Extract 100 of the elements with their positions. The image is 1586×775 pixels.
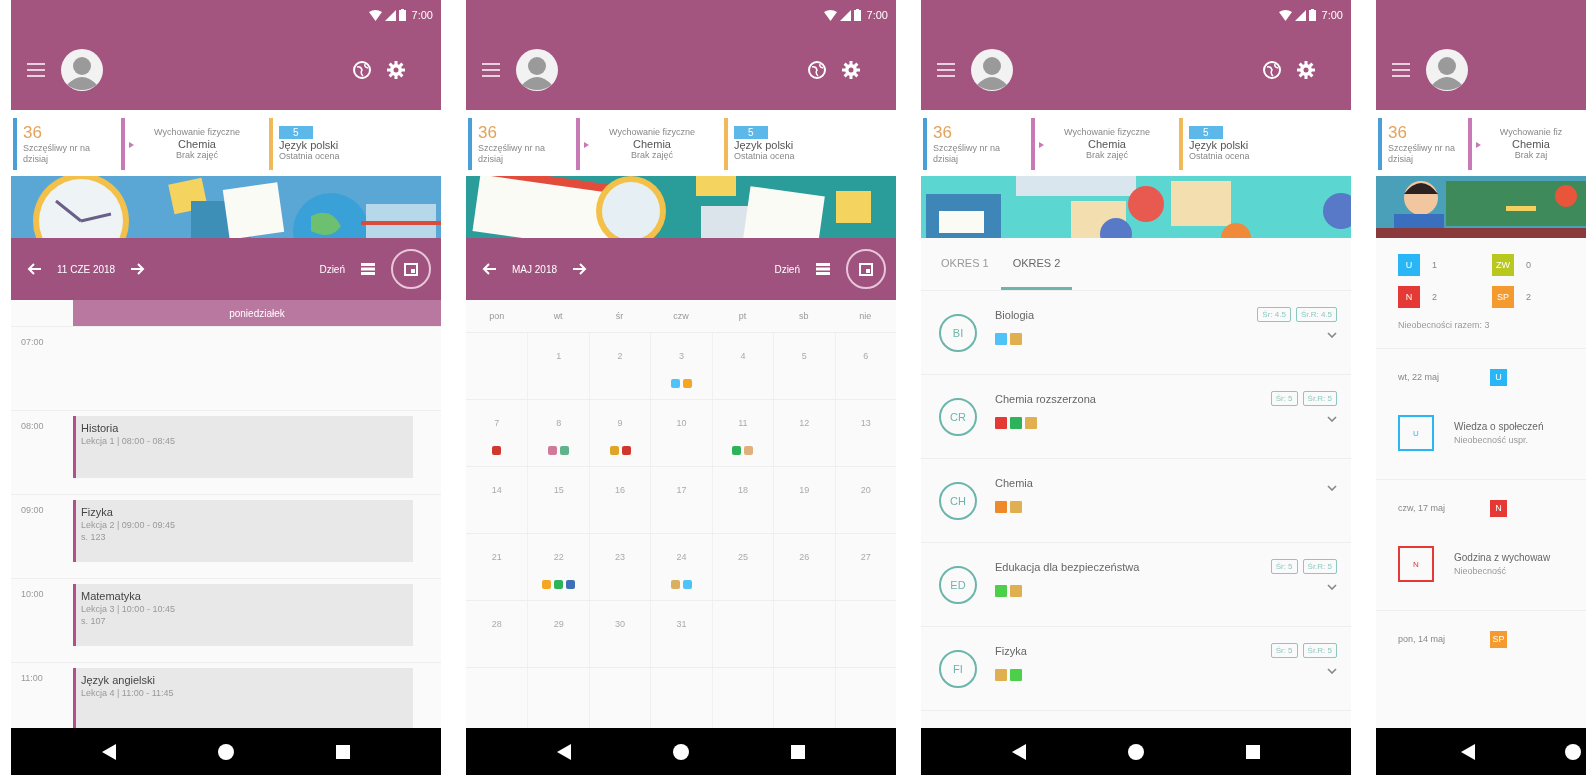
lesson-card[interactable]: Matematyka Lekcja 3 | 10:00 - 10:45 s. 107 bbox=[73, 584, 413, 646]
day-number[interactable]: 17 bbox=[676, 485, 687, 495]
day-number[interactable]: 16 bbox=[615, 485, 626, 495]
calendar-button[interactable] bbox=[846, 249, 886, 289]
arrow-right-icon[interactable] bbox=[131, 263, 146, 275]
arrow-left-icon[interactable] bbox=[482, 263, 496, 275]
subject-initials: FI bbox=[939, 649, 977, 688]
lesson-title: Język angielski bbox=[81, 674, 156, 686]
hour-label: 08:00 bbox=[20, 420, 45, 433]
absence-date: pon, 14 maj bbox=[1398, 634, 1447, 644]
day-number[interactable]: 18 bbox=[737, 485, 748, 495]
next-lesson-subject: Chemia bbox=[1512, 138, 1550, 150]
battery-icon bbox=[853, 9, 861, 21]
view-mode-label[interactable]: Dzień bbox=[319, 263, 345, 275]
day-number[interactable]: 29 bbox=[553, 619, 564, 629]
subject-row[interactable]: BI Biologia Śr: 4.5 Śr.R: 4.5 bbox=[921, 291, 1351, 375]
day-number[interactable]: 11 bbox=[738, 418, 748, 428]
day-number[interactable]: 23 bbox=[615, 552, 626, 562]
globe-icon[interactable] bbox=[1263, 61, 1281, 79]
day-number[interactable]: 8 bbox=[556, 418, 562, 428]
menu-icon[interactable] bbox=[27, 63, 45, 77]
day-number[interactable]: 4 bbox=[740, 351, 746, 361]
settings-icon[interactable] bbox=[387, 61, 405, 79]
home-icon[interactable] bbox=[1565, 743, 1581, 760]
subject-name: Biologia bbox=[995, 309, 1036, 321]
day-number[interactable]: 2 bbox=[617, 351, 623, 361]
period-tab[interactable]: OKRES 2 bbox=[1000, 238, 1073, 290]
globe-icon[interactable] bbox=[353, 61, 371, 79]
day-number[interactable]: 3 bbox=[679, 351, 684, 361]
grade-label: Ostatnia ocena bbox=[279, 151, 341, 162]
subject-name: Chemia rozszerzona bbox=[995, 393, 1097, 405]
back-icon[interactable] bbox=[1461, 743, 1475, 760]
next-lesson-subject: Chemia bbox=[178, 138, 216, 150]
arrow-left-icon[interactable] bbox=[27, 263, 41, 275]
menu-icon[interactable] bbox=[1392, 63, 1410, 77]
list-icon[interactable] bbox=[361, 263, 375, 275]
grade-label: Ostatnia ocena bbox=[1189, 151, 1251, 162]
avatar-icon[interactable] bbox=[61, 49, 103, 91]
back-icon[interactable] bbox=[102, 743, 116, 760]
view-mode-label[interactable]: Dzień bbox=[774, 263, 800, 275]
day-number[interactable]: 5 bbox=[801, 351, 807, 361]
day-number[interactable]: 31 bbox=[676, 619, 687, 629]
day-number[interactable]: 14 bbox=[491, 485, 502, 495]
lucky-number-label: Szczęśliwy nr na dzisiaj bbox=[23, 143, 92, 165]
grade-badge: 5 bbox=[279, 126, 313, 140]
settings-icon[interactable] bbox=[1297, 61, 1315, 79]
day-number[interactable]: 22 bbox=[553, 552, 564, 562]
subject-row[interactable]: CR Chemia rozszerzona Śr: 5 Śr.R: 5 bbox=[921, 375, 1351, 459]
recents-icon[interactable] bbox=[791, 744, 805, 759]
list-icon[interactable] bbox=[816, 263, 830, 275]
day-number[interactable]: 25 bbox=[737, 552, 748, 562]
settings-icon[interactable] bbox=[842, 61, 860, 79]
lucky-number: 36 bbox=[1388, 123, 1408, 144]
day-number[interactable]: 26 bbox=[799, 552, 810, 562]
arrow-right-icon[interactable] bbox=[573, 263, 588, 275]
day-number[interactable]: 21 bbox=[491, 552, 502, 562]
avatar-icon[interactable] bbox=[516, 49, 558, 91]
home-icon[interactable] bbox=[673, 743, 689, 760]
day-number[interactable]: 20 bbox=[860, 485, 871, 495]
recents-icon[interactable] bbox=[1246, 744, 1260, 759]
lesson-card[interactable]: Historia Lekcja 1 | 08:00 - 08:45 bbox=[73, 416, 413, 478]
menu-icon[interactable] bbox=[937, 63, 955, 77]
period-tab[interactable]: OKRES 1 bbox=[929, 238, 1001, 290]
avatar-icon[interactable] bbox=[1426, 49, 1468, 91]
home-icon[interactable] bbox=[1128, 743, 1144, 760]
day-number[interactable]: 6 bbox=[863, 351, 869, 361]
calendar-button[interactable] bbox=[391, 249, 431, 289]
day-number[interactable]: 27 bbox=[860, 552, 871, 562]
back-icon[interactable] bbox=[1012, 743, 1026, 760]
day-number[interactable]: 9 bbox=[617, 418, 623, 428]
globe-icon[interactable] bbox=[808, 61, 826, 79]
day-number[interactable]: 15 bbox=[553, 485, 564, 495]
subject-row[interactable]: CH Chemia bbox=[921, 459, 1351, 543]
recents-icon[interactable] bbox=[336, 744, 350, 759]
next-lesson-subject: Chemia bbox=[633, 138, 671, 150]
day-number[interactable]: 24 bbox=[676, 552, 687, 562]
day-number[interactable]: 10 bbox=[676, 418, 687, 428]
day-number[interactable]: 19 bbox=[799, 485, 810, 495]
average-tag: Śr: 5 bbox=[1270, 559, 1298, 574]
subject-row[interactable]: ED Edukacja dla bezpieczeństwa Śr: 5 Śr.R: 5 bbox=[921, 543, 1351, 627]
day-number[interactable]: 1 bbox=[556, 351, 562, 361]
day-number[interactable]: 30 bbox=[615, 619, 626, 629]
signal-icon bbox=[1294, 9, 1306, 21]
lesson-time: Lekcja 3 | 10:00 - 10:45 bbox=[81, 604, 176, 614]
menu-icon[interactable] bbox=[482, 63, 500, 77]
subject-row[interactable]: FI Fizyka Śr: 5 Śr.R: 5 bbox=[921, 627, 1351, 711]
pointer-icon bbox=[1475, 142, 1481, 148]
next-lesson-subject: Chemia bbox=[1088, 138, 1126, 150]
home-icon[interactable] bbox=[218, 743, 234, 760]
lesson-card[interactable]: Fizyka Lekcja 2 | 09:00 - 09:45 s. 123 bbox=[73, 500, 413, 562]
subject-name: Edukacja dla bezpieczeństwa bbox=[995, 561, 1141, 573]
next-lesson-caption: Wychowanie fizyczne bbox=[154, 127, 240, 138]
day-number[interactable]: 7 bbox=[494, 418, 500, 428]
avatar-icon[interactable] bbox=[971, 49, 1013, 91]
day-number[interactable]: 28 bbox=[491, 619, 502, 629]
average-tag: Śr: 5 bbox=[1270, 643, 1298, 658]
lesson-card[interactable]: Język angielski Lekcja 4 | 11:00 - 11:45 bbox=[73, 668, 413, 728]
day-number[interactable]: 13 bbox=[860, 418, 871, 428]
back-icon[interactable] bbox=[557, 743, 571, 760]
day-number[interactable]: 12 bbox=[799, 418, 810, 428]
